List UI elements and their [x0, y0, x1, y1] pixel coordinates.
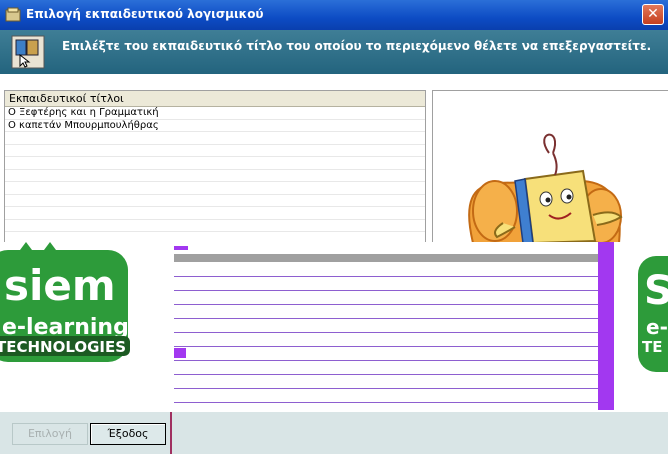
instruction-text: Επιλέξτε του εκπαιδευτικό τίτλο του οποί…	[62, 39, 652, 53]
content-grid[interactable]	[174, 242, 598, 412]
divider	[170, 412, 172, 454]
logo-partial-line2: e-	[646, 315, 668, 339]
close-button[interactable]: ✕	[642, 4, 664, 25]
list-item[interactable]	[5, 207, 425, 220]
siem-logo-partial: S e- TE	[614, 242, 668, 412]
list-item[interactable]	[5, 182, 425, 195]
title-preview	[432, 90, 668, 242]
window-titlebar: Επιλογή εκπαιδευτικού λογισμικού ✕	[0, 0, 668, 30]
window-title: Επιλογή εκπαιδευτικού λογισμικού	[26, 7, 264, 21]
vertical-scrollbar[interactable]	[598, 242, 614, 410]
logo-line1: siem	[4, 261, 116, 310]
titles-list[interactable]: Εκπαιδευτικοί τίτλοι Ο Ξεφτέρης και η Γρ…	[4, 90, 426, 242]
app-icon	[5, 7, 21, 22]
grid-header-bar	[174, 254, 598, 262]
list-item[interactable]: Ο καπετάν Μπουρμπουλήθρας	[5, 120, 425, 132]
list-item[interactable]: Ο Ξεφτέρης και η Γραμματική	[5, 107, 425, 120]
siem-logo: siem e-learning TECHNOLOGIES	[0, 242, 170, 412]
exit-button[interactable]: Έξοδος	[90, 423, 166, 445]
logo-partial-line3: TE	[642, 338, 662, 356]
list-item[interactable]	[5, 220, 425, 232]
list-item[interactable]	[5, 170, 425, 182]
list-item[interactable]	[5, 157, 425, 170]
list-item[interactable]	[5, 145, 425, 157]
list-item[interactable]	[5, 195, 425, 207]
logo-line3: TECHNOLOGIES	[0, 338, 126, 356]
logo-partial-line1: S	[644, 268, 668, 314]
list-item[interactable]	[5, 132, 425, 145]
column-header-titles[interactable]: Εκπαιδευτικοί τίτλοι	[5, 91, 425, 107]
mascot-image	[468, 133, 623, 242]
book-selection-icon	[11, 35, 45, 69]
select-button[interactable]: Επιλογή	[12, 423, 88, 445]
instruction-banner: Επιλέξτε του εκπαιδευτικό τίτλο του οποί…	[0, 30, 668, 74]
